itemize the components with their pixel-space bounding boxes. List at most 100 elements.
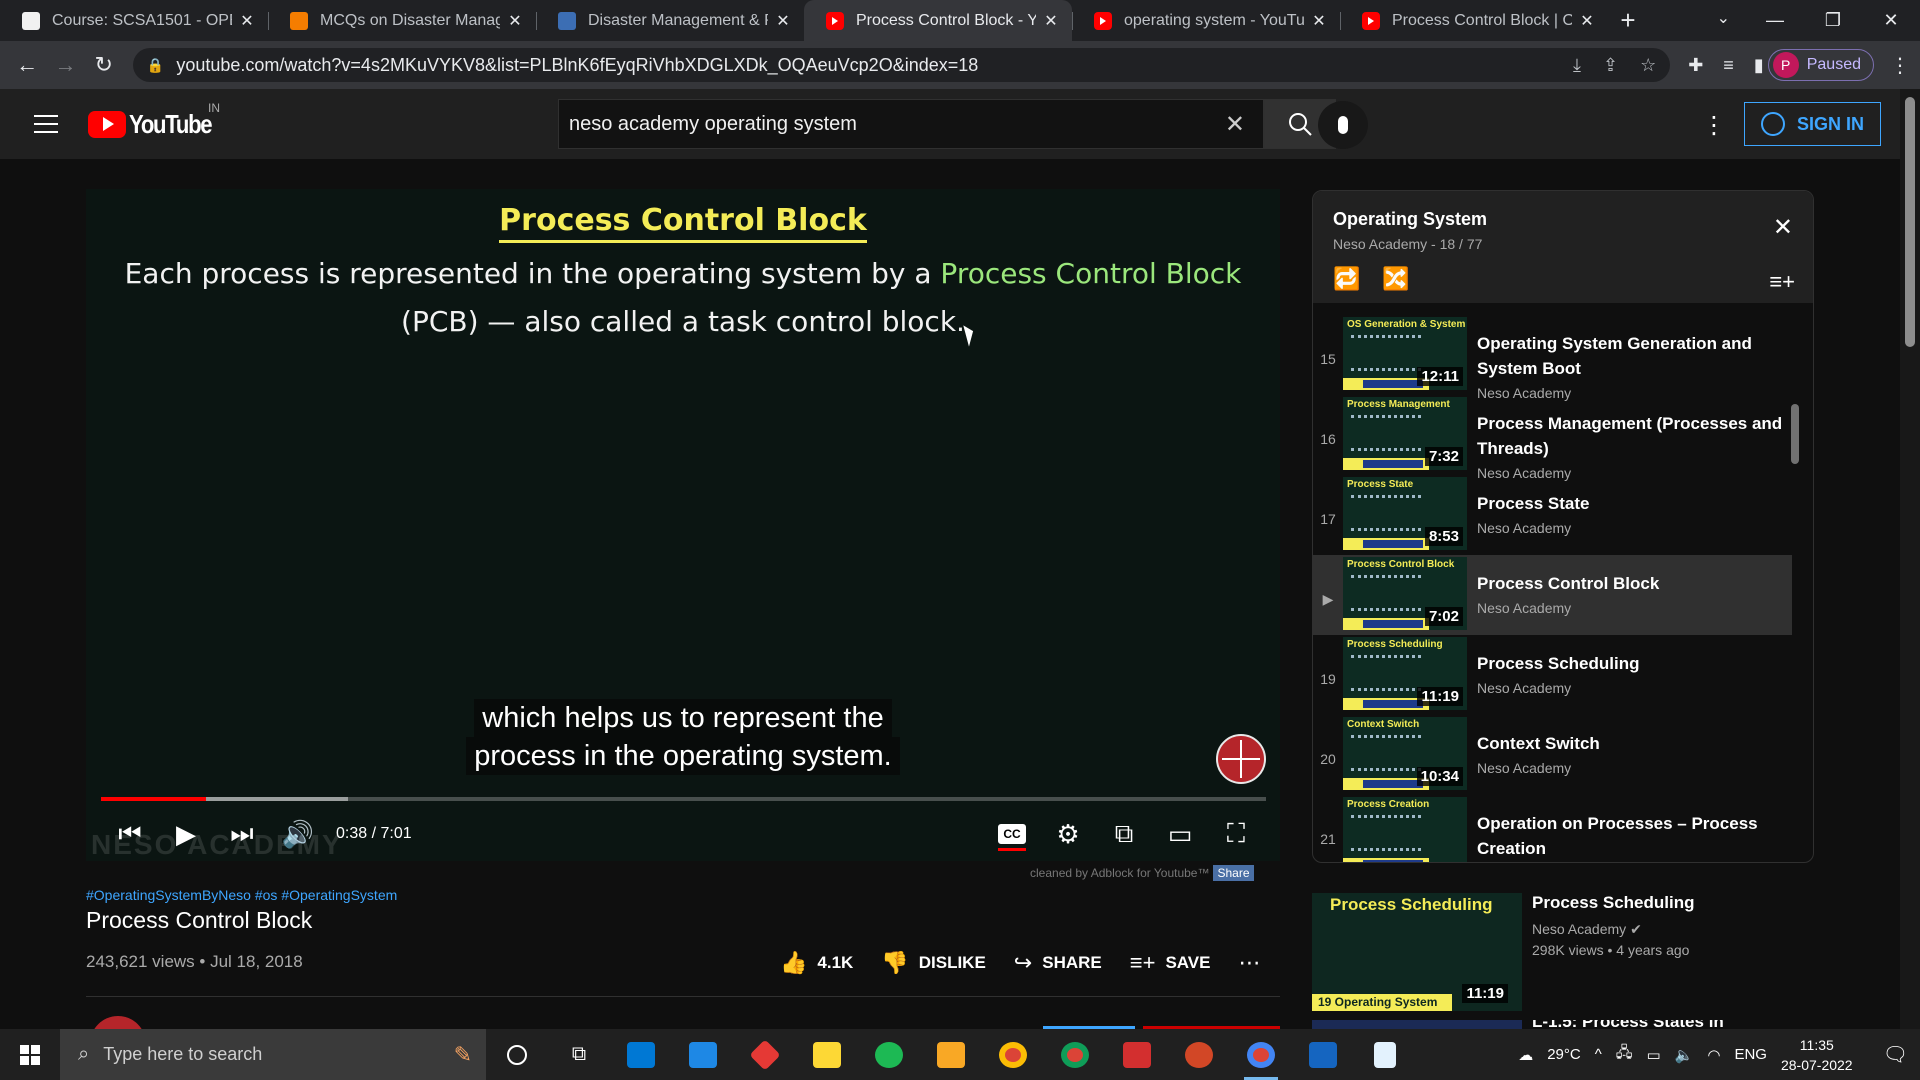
save-playlist-icon[interactable]: ≡+ (1769, 269, 1795, 295)
miniplayer-icon[interactable]: ⧉ (1096, 818, 1152, 850)
photos-icon[interactable] (1292, 1029, 1354, 1080)
video-thumbnail[interactable]: Process State 8:53 (1343, 477, 1467, 550)
menu-icon[interactable] (34, 115, 58, 133)
mail-icon[interactable] (672, 1029, 734, 1080)
playlist-item-title[interactable]: Context Switch (1477, 731, 1813, 756)
playlist-item-title[interactable]: Process Scheduling (1477, 651, 1813, 676)
volume-icon[interactable]: 🔊 (270, 819, 326, 850)
playlist-title[interactable]: Operating System (1333, 209, 1793, 230)
document-icon[interactable] (1354, 1029, 1416, 1080)
chrome-profile-icon[interactable] (1044, 1029, 1106, 1080)
acrobat-icon[interactable] (1106, 1029, 1168, 1080)
bookmark-star-icon[interactable]: ☆ (1640, 55, 1656, 76)
search-value[interactable]: neso academy operating system (569, 113, 1225, 136)
playlist-item-title[interactable]: Operating System Generation and System B… (1477, 331, 1813, 381)
video-thumbnail[interactable]: Context Switch 10:34 (1343, 717, 1467, 790)
close-window-button[interactable]: ✕ (1862, 0, 1920, 41)
close-playlist-icon[interactable]: ✕ (1773, 213, 1793, 242)
close-tab-icon[interactable]: ✕ (506, 11, 524, 31)
language-indicator[interactable]: ENG (1734, 1046, 1767, 1063)
playlist-item[interactable]: 15 OS Generation & System Boot 12:11 Operat… (1313, 315, 1813, 401)
page-scrollbar[interactable] (1900, 89, 1920, 1029)
playlist-item-channel[interactable]: Neso Academy (1477, 760, 1813, 776)
save-button[interactable]: ≡+ SAVE (1130, 950, 1211, 976)
clear-search-icon[interactable]: ✕ (1225, 110, 1245, 139)
speaker-icon[interactable]: 🔈 (1675, 1046, 1694, 1064)
playlist-item-title[interactable]: Operation on Processes – Process Creatio… (1477, 811, 1813, 861)
playlist-item[interactable]: ▶ Process Control Block 7:02 Process Contro… (1313, 555, 1792, 635)
tab-search-icon[interactable]: ⌄ (1717, 8, 1730, 28)
battery-icon[interactable]: ▭ (1647, 1046, 1661, 1064)
share-icon[interactable]: ⇪ (1603, 55, 1618, 76)
playlist-item[interactable]: 21 Process Creation Operation on Processes… (1313, 795, 1813, 862)
address-bar[interactable]: 🔒 youtube.com/watch?v=4s2MKuVYKV8&list=P… (132, 48, 1671, 82)
media-control-icon[interactable]: ≡ (1723, 55, 1734, 76)
back-button[interactable]: ← (10, 47, 44, 83)
taskbar-search[interactable]: ⌕ Type here to search ✎ (60, 1029, 486, 1080)
progress-bar[interactable] (101, 797, 1266, 801)
sticky-notes-icon[interactable] (796, 1029, 858, 1080)
voice-search-button[interactable] (1318, 101, 1368, 149)
recommended-video-next[interactable]: L-1.5: Process States in (1312, 1020, 1814, 1029)
lock-icon[interactable]: 🔒 (147, 57, 164, 74)
settings-menu-icon[interactable]: ⋮ (1702, 111, 1726, 140)
share-button[interactable]: ↪ SHARE (1014, 950, 1102, 976)
sign-in-button[interactable]: SIGN IN (1744, 102, 1881, 146)
minimize-button[interactable]: — (1746, 0, 1804, 41)
chrome-icon[interactable] (982, 1029, 1044, 1080)
reload-button[interactable]: ↻ (87, 47, 121, 83)
close-tab-icon[interactable]: ✕ (1042, 11, 1060, 31)
forward-button[interactable]: → (48, 47, 82, 83)
video-thumbnail[interactable]: Process Creation (1343, 797, 1467, 862)
close-tab-icon[interactable]: ✕ (238, 11, 256, 31)
browser-menu-icon[interactable]: ⋮ (1890, 53, 1910, 78)
close-tab-icon[interactable]: ✕ (774, 11, 792, 31)
start-button[interactable] (0, 1029, 60, 1080)
video-player[interactable]: Process Control Block Each process is re… (86, 189, 1280, 861)
chrome-active-icon[interactable] (1230, 1029, 1292, 1080)
playlist-scrollbar[interactable] (1791, 404, 1799, 464)
captions-button[interactable]: CC (984, 824, 1040, 851)
scrollbar-thumb[interactable] (1905, 97, 1915, 347)
playlist-item[interactable]: 19 Process Scheduling 11:19 Process Schedul… (1313, 635, 1813, 715)
playlist-item-title[interactable]: Process Control Block (1477, 571, 1792, 596)
cortana-icon[interactable] (486, 1029, 548, 1080)
weather-temp[interactable]: 29°C (1547, 1046, 1581, 1063)
task-view-icon[interactable]: ⧉ (548, 1029, 610, 1080)
side-panel-icon[interactable]: ▮ (1754, 55, 1764, 76)
browser-tab[interactable]: Disaster Management & Pla ✕ (536, 0, 804, 41)
settings-gear-icon[interactable]: ⚙ (1040, 819, 1096, 850)
playlist-item-channel[interactable]: Neso Academy (1477, 520, 1813, 536)
playlist-item-title[interactable]: Process State (1477, 491, 1813, 516)
play-icon[interactable]: ▶ (158, 819, 214, 850)
browser-tab[interactable]: MCQs on Disaster Managem ✕ (268, 0, 536, 41)
notifications-icon[interactable]: 🗨 (1883, 1042, 1908, 1067)
playlist-item-channel[interactable]: Neso Academy (1477, 680, 1813, 696)
playlist-item[interactable]: 17 Process State 8:53 Process State Neso Aca… (1313, 475, 1813, 555)
powerpoint-icon[interactable] (1168, 1029, 1230, 1080)
weather-cloud-icon[interactable]: ☁ (1518, 1046, 1533, 1064)
video-thumbnail[interactable]: Process Scheduling 11:19 (1343, 637, 1467, 710)
fullscreen-icon[interactable]: ⛶ (1208, 818, 1264, 850)
adblock-share-button[interactable]: Share (1213, 865, 1254, 881)
browser-tab[interactable]: Process Control Block | OS ✕ (1340, 0, 1608, 41)
close-tab-icon[interactable]: ✕ (1310, 11, 1328, 31)
file-explorer-icon[interactable] (920, 1029, 982, 1080)
spotify-icon[interactable] (858, 1029, 920, 1080)
loop-icon[interactable]: 🔁 (1333, 266, 1360, 292)
rec-title[interactable]: Process Scheduling (1532, 893, 1695, 913)
extensions-icon[interactable]: ✚ (1688, 55, 1703, 76)
office-icon[interactable] (734, 1029, 796, 1080)
clock[interactable]: 11:35 28-07-2022 (1781, 1035, 1853, 1075)
store-icon[interactable] (610, 1029, 672, 1080)
video-thumbnail[interactable]: OS Generation & System Boot 12:11 (1343, 317, 1467, 390)
new-tab-button[interactable]: + (1608, 0, 1648, 41)
chevron-up-icon[interactable]: ^ (1595, 1046, 1602, 1063)
next-icon[interactable]: ⏭ (214, 818, 270, 850)
profile-button[interactable]: P Paused (1767, 49, 1874, 81)
rec-channel[interactable]: Neso Academy ✔ (1532, 921, 1695, 938)
previous-icon[interactable]: ⏮ (102, 818, 158, 850)
video-thumbnail[interactable] (1312, 1020, 1522, 1029)
browser-tab[interactable]: Course: SCSA1501 - OPERA ✕ (0, 0, 268, 41)
like-button[interactable]: 👍 4.1K (780, 950, 853, 976)
